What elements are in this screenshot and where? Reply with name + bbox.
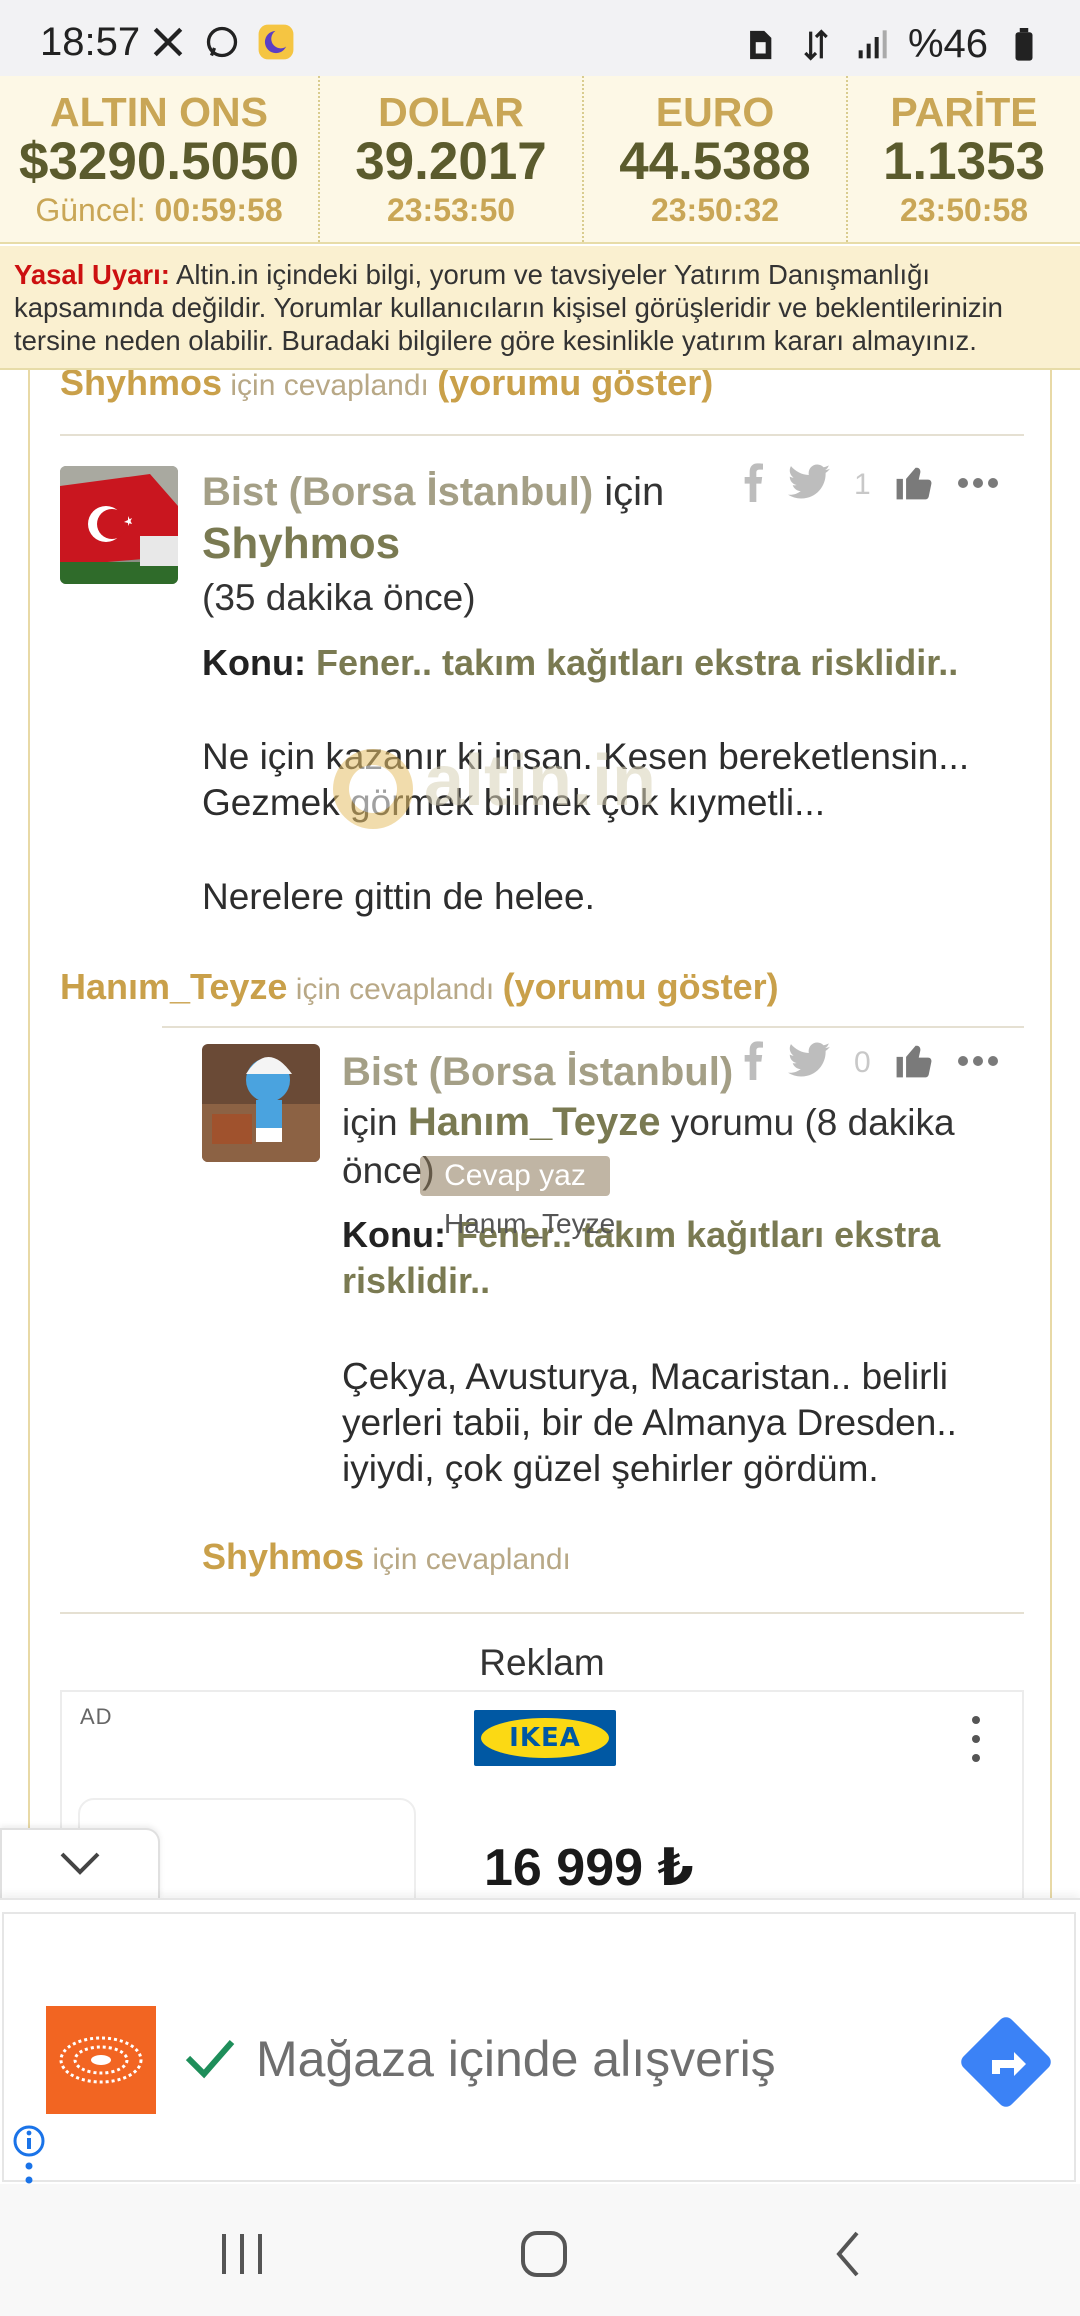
ad-tag: AD xyxy=(80,1704,113,1729)
comment-header: Bist (Borsa İstanbul) xyxy=(342,1048,762,1096)
store-logo-icon xyxy=(46,2006,156,2114)
twitter-share-icon[interactable] xyxy=(788,464,830,505)
konu-label: Konu: xyxy=(342,1214,446,1255)
ticker-value: 44.5388 xyxy=(619,132,811,191)
ticker-dolar[interactable]: DOLAR 39.2017 23:53:50 xyxy=(320,76,584,242)
ticker-value: 1.1353 xyxy=(882,132,1046,191)
ticker-value: $3290.5050 xyxy=(18,132,299,191)
comment-author[interactable]: Hanım_Teyze xyxy=(408,1100,661,1144)
ticker-parite[interactable]: PARİTE 1.1353 23:50:58 xyxy=(848,76,1080,242)
divider xyxy=(60,1612,1024,1614)
x-icon xyxy=(148,22,188,62)
signal-icon xyxy=(852,25,892,65)
ad-menu-icon[interactable] xyxy=(972,1716,982,1762)
comment-topic: Konu: Fener.. takım kağıtları ekstra ris… xyxy=(342,1212,982,1304)
reply-text: için cevaplandı xyxy=(364,1543,571,1576)
reply-target-name: Hanım_Teyze xyxy=(444,1208,616,1239)
ticker-altin-ons[interactable]: ALTIN ONS $3290.5050 Güncel: 00:59:58 xyxy=(0,76,320,242)
warning-label: Yasal Uyarı: xyxy=(14,259,170,290)
back-icon[interactable] xyxy=(818,2224,878,2284)
reply-write-button[interactable]: Cevap yaz xyxy=(420,1156,610,1196)
battery-percent: %46 xyxy=(907,22,988,66)
reply-text: için cevaplandı xyxy=(287,973,503,1006)
reply-user[interactable]: Shyhmos xyxy=(202,1536,364,1577)
topic-link[interactable]: Bist (Borsa İstanbul) xyxy=(342,1050,733,1094)
bottom-ad-banner[interactable]: Mağaza içinde alışveriş xyxy=(0,1898,1080,2184)
konu-label: Konu: xyxy=(202,642,306,683)
status-time: 18:57 xyxy=(40,20,141,64)
sim-icon xyxy=(740,25,780,65)
comment-actions: 0 xyxy=(742,1040,999,1085)
ticker-label: PARİTE xyxy=(890,89,1038,135)
comment-body-2: Nerelere gittin de helee. xyxy=(202,876,595,917)
check-icon xyxy=(184,2036,236,2085)
show-comment-link[interactable]: (yorumu göster) xyxy=(503,966,779,1007)
topic-link[interactable]: Bist (Borsa İstanbul) xyxy=(202,470,593,514)
product-price: 16 999 ₺ xyxy=(484,1839,694,1897)
collapse-ad-button[interactable] xyxy=(0,1828,160,1900)
more-options-icon[interactable] xyxy=(957,1054,999,1072)
ticker-time: 23:53:50 xyxy=(386,192,516,228)
ad-section-label: Reklam xyxy=(479,1642,605,1683)
moon-app-icon xyxy=(256,22,296,62)
like-thumb-icon[interactable] xyxy=(895,1042,933,1083)
system-nav-bar xyxy=(0,2184,1080,2316)
battery-icon xyxy=(1004,25,1044,65)
data-icon xyxy=(796,25,836,65)
ticker-label: EURO xyxy=(655,89,775,135)
reply-info-bottom: Shyhmos için cevaplandı xyxy=(202,1536,571,1578)
like-count: 0 xyxy=(854,1045,871,1079)
reply-info-top: Shyhmos için cevaplandı (yorumu göster) xyxy=(60,370,713,404)
price-ticker: ALTIN ONS $3290.5050 Güncel: 00:59:58 DO… xyxy=(0,76,1080,244)
comments-area: Shyhmos için cevaplandı (yorumu göster) … xyxy=(28,370,1052,1900)
banner-text: Mağaza içinde alışveriş xyxy=(256,2031,776,2087)
comment-body: Çekya, Avusturya, Macaristan.. belirli y… xyxy=(342,1356,957,1489)
chevron-down-icon xyxy=(58,1850,102,1881)
status-app-icons xyxy=(148,22,296,62)
facebook-share-icon[interactable] xyxy=(742,462,764,507)
ticker-value: 39.2017 xyxy=(355,132,547,191)
ticker-euro[interactable]: EURO 44.5388 23:50:32 xyxy=(584,76,848,242)
more-options-icon[interactable] xyxy=(957,476,999,494)
comment-actions: 1 xyxy=(742,462,999,507)
banner-frame: Mağaza içinde alışveriş xyxy=(2,1912,1076,2184)
twitter-share-icon[interactable] xyxy=(788,1042,830,1083)
for-word: için xyxy=(593,470,665,514)
divider xyxy=(60,434,1024,436)
like-count: 1 xyxy=(854,467,871,501)
avatar[interactable] xyxy=(60,466,178,584)
reply-user[interactable]: Hanım_Teyze xyxy=(60,966,287,1007)
recent-apps-icon[interactable] xyxy=(212,2224,272,2284)
ikea-ad[interactable]: AD IKEA 16 999 ₺ xyxy=(60,1690,1024,1900)
ticker-time: 00:59:58 xyxy=(154,192,283,228)
reply-info-mid: Hanım_Teyze için cevaplandı (yorumu göst… xyxy=(60,966,779,1008)
status-right: %46 xyxy=(740,22,1044,67)
screen: 18:57 %46 ALTIN ONS $3290.5050 Güncel: 0… xyxy=(0,0,1080,2316)
comment-header: Bist (Borsa İstanbul) için xyxy=(202,468,722,516)
reply-text: için cevaplandı xyxy=(222,370,438,402)
ticker-time-prefix: Güncel: xyxy=(35,192,155,228)
legal-warning: Yasal Uyarı: Altin.in içindeki bilgi, yo… xyxy=(0,246,1080,370)
ticker-time: 23:50:32 xyxy=(650,192,780,228)
comment-author[interactable]: Shyhmos xyxy=(202,520,400,568)
divider xyxy=(162,1026,1024,1028)
watermark-text: altin.in xyxy=(424,741,656,821)
show-comment-link[interactable]: (yorumu göster) xyxy=(437,370,713,403)
directions-icon[interactable] xyxy=(958,2014,1054,2110)
konu-link[interactable]: Fener.. takım kağıtları ekstra risklidir… xyxy=(316,642,958,683)
ticker-label: ALTIN ONS xyxy=(50,89,268,135)
ticker-time: 23:50:58 xyxy=(899,192,1029,228)
comment-topic: Konu: Fener.. takım kağıtları ekstra ris… xyxy=(202,640,1022,686)
reply-user[interactable]: Shyhmos xyxy=(60,370,222,403)
comment-time: (35 dakika önce) xyxy=(202,577,476,618)
like-thumb-icon[interactable] xyxy=(895,464,933,505)
ikea-logo: IKEA xyxy=(474,1710,616,1766)
home-icon[interactable] xyxy=(514,2224,574,2284)
ticker-label: DOLAR xyxy=(378,89,524,135)
altin-watermark: altin.in xyxy=(328,740,748,850)
for-word: için xyxy=(342,1102,408,1143)
avatar[interactable] xyxy=(202,1044,320,1162)
whatsapp-icon xyxy=(202,22,242,62)
